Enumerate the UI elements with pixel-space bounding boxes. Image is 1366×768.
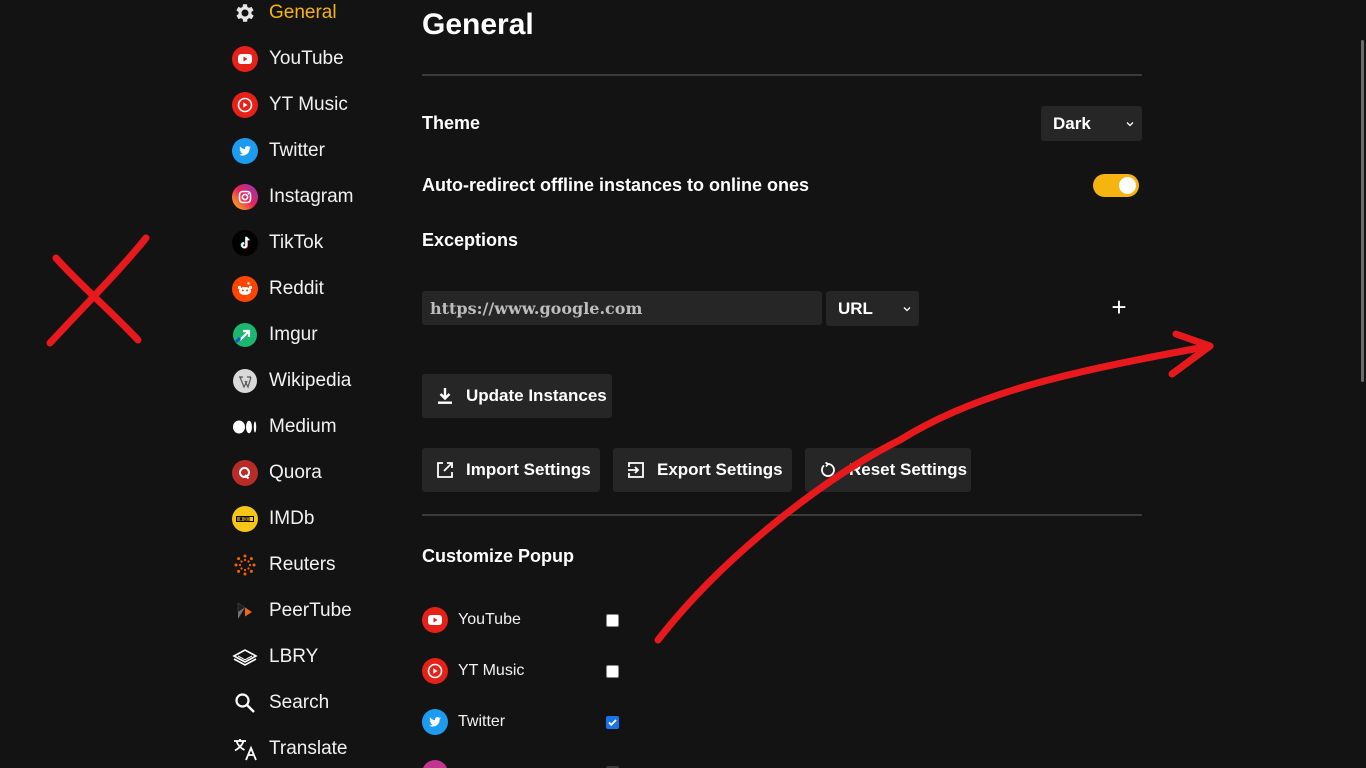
export-settings-button[interactable]: Export Settings xyxy=(613,448,792,492)
import-icon xyxy=(434,459,456,481)
exception-type-select[interactable]: URL xyxy=(826,291,919,326)
reset-settings-label: Reset Settings xyxy=(849,460,968,479)
twitter-icon xyxy=(422,709,448,735)
reuters-icon xyxy=(232,552,258,578)
sidebar-item-lbry[interactable]: LBRY xyxy=(232,642,397,672)
sidebar-item-label: YT Music xyxy=(269,94,348,115)
sidebar-item-label: PeerTube xyxy=(269,600,352,621)
update-instances-label: Update Instances xyxy=(466,386,607,405)
medium-icon xyxy=(232,414,258,440)
sidebar-item-label: General xyxy=(269,2,337,23)
sidebar-item-label: Translate xyxy=(269,738,348,759)
sidebar-item-label: Reuters xyxy=(269,554,336,575)
wikipedia-icon xyxy=(232,368,258,394)
peertube-icon xyxy=(232,598,258,624)
gear-icon xyxy=(232,0,258,26)
customize-popup-title: Customize Popup xyxy=(422,546,574,566)
popup-item-label: Twitter xyxy=(458,713,506,730)
sidebar-item-wikipedia[interactable]: Wikipedia xyxy=(232,366,397,396)
yt-music-icon xyxy=(232,92,258,118)
chevron-down-icon xyxy=(903,306,911,311)
sidebar-item-label: Reddit xyxy=(269,278,324,299)
red-x-mark xyxy=(46,234,150,347)
import-settings-label: Import Settings xyxy=(466,460,591,479)
reset-settings-button[interactable]: Reset Settings xyxy=(805,448,971,492)
exception-input[interactable]: https://www.google.com xyxy=(422,291,822,325)
theme-label: Theme xyxy=(422,113,481,133)
sidebar-item-label: Medium xyxy=(269,416,337,437)
sidebar-item-twitter[interactable]: Twitter xyxy=(232,136,397,166)
sidebar-item-label: Search xyxy=(269,692,330,713)
sidebar-item-label: Imgur xyxy=(269,324,318,345)
translate-icon xyxy=(232,736,258,762)
auto-redirect-toggle[interactable] xyxy=(1093,174,1139,197)
imgur-icon xyxy=(232,322,258,348)
import-settings-button[interactable]: Import Settings xyxy=(422,448,600,492)
popup-yt-music-checkbox[interactable] xyxy=(606,665,619,678)
instagram-icon xyxy=(232,184,258,210)
download-icon xyxy=(434,385,456,407)
sidebar-item-label: Instagram xyxy=(269,186,354,207)
sidebar-item-instagram[interactable]: Instagram xyxy=(232,182,397,212)
export-icon xyxy=(625,459,647,481)
popup-youtube-checkbox[interactable] xyxy=(606,614,619,627)
auto-redirect-label: Auto-redirect offline instances to onlin… xyxy=(422,175,810,195)
lbry-icon xyxy=(232,644,258,670)
popup-item-yt-music: YT Music xyxy=(422,657,622,685)
sidebar-item-translate[interactable]: Translate xyxy=(232,734,397,764)
check-icon xyxy=(608,719,617,727)
sidebar-item-yt-music[interactable]: YT Music xyxy=(232,90,397,120)
sidebar-item-label: YouTube xyxy=(269,48,344,69)
sidebar-item-general[interactable]: General xyxy=(232,0,397,28)
theme-select-value: Dark xyxy=(1053,113,1091,133)
sidebar-item-quora[interactable]: Quora xyxy=(232,458,397,488)
sidebar-item-youtube[interactable]: YouTube xyxy=(232,44,397,74)
divider xyxy=(422,514,1142,516)
reddit-icon xyxy=(232,276,258,302)
imdb-icon xyxy=(232,506,258,532)
sidebar-item-reddit[interactable]: Reddit xyxy=(232,274,397,304)
scrollbar-thumb[interactable] xyxy=(1361,40,1364,382)
exception-input-value: https://www.google.com xyxy=(430,298,643,318)
annotation-overlay xyxy=(46,234,1214,644)
update-instances-button[interactable]: Update Instances xyxy=(422,374,612,418)
theme-select[interactable]: Dark xyxy=(1041,106,1142,141)
youtube-icon xyxy=(232,46,258,72)
exception-type-value: URL xyxy=(838,298,873,318)
sidebar-item-imdb[interactable]: IMDb xyxy=(232,504,397,534)
sidebar-item-label: LBRY xyxy=(269,646,319,667)
youtube-icon xyxy=(422,607,448,633)
sidebar-item-label: IMDb xyxy=(269,508,315,529)
popup-item-label: YT Music xyxy=(458,662,525,679)
sidebar-item-medium[interactable]: Medium xyxy=(232,412,397,442)
sidebar-item-label: Wikipedia xyxy=(269,370,352,391)
sidebar-item-reuters[interactable]: Reuters xyxy=(232,550,397,580)
page-title: General xyxy=(422,8,534,41)
sidebar-item-label: Twitter xyxy=(269,140,325,161)
search-icon xyxy=(232,690,258,716)
exceptions-label: Exceptions xyxy=(422,230,519,250)
export-settings-label: Export Settings xyxy=(657,460,783,479)
toggle-knob xyxy=(1119,177,1136,194)
sidebar-item-imgur[interactable]: Imgur xyxy=(232,320,397,350)
add-exception-button[interactable]: + xyxy=(1108,293,1130,321)
popup-twitter-checkbox[interactable] xyxy=(606,716,619,729)
popup-item-label: YouTube xyxy=(458,611,521,628)
sidebar-item-tiktok[interactable]: TikTok xyxy=(232,228,397,258)
settings-page: General YouTube YT Music Twitter Instagr… xyxy=(0,0,1366,768)
tiktok-icon xyxy=(232,230,258,256)
quora-icon xyxy=(232,460,258,486)
chevron-down-icon xyxy=(1126,121,1134,126)
divider xyxy=(422,74,1142,76)
sidebar-item-peertube[interactable]: PeerTube xyxy=(232,596,397,626)
twitter-icon xyxy=(232,138,258,164)
sidebar-item-search[interactable]: Search xyxy=(232,688,397,718)
reset-icon xyxy=(817,459,839,481)
sidebar-item-label: TikTok xyxy=(269,232,324,253)
popup-item-youtube: YouTube xyxy=(422,606,622,634)
yt-music-icon xyxy=(422,658,448,684)
popup-item-twitter: Twitter xyxy=(422,708,622,736)
instagram-icon xyxy=(422,760,448,768)
sidebar-item-label: Quora xyxy=(269,462,322,483)
